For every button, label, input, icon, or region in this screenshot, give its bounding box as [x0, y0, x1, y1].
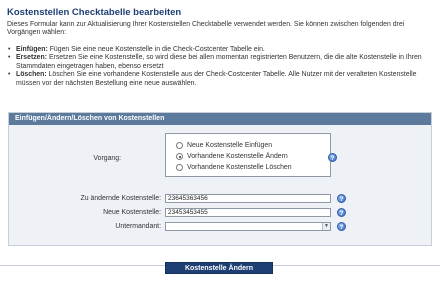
chevron-down-icon[interactable]: ▼ — [322, 223, 330, 230]
aendernde-label: Zu ändernde Kostenstelle: — [80, 195, 161, 202]
help-icon[interactable]: ? — [337, 208, 346, 217]
untermandant-select[interactable]: ▼ — [165, 222, 331, 231]
radio-change-label: Vorhandene Kostenstelle Ändern — [187, 153, 288, 160]
help-icon[interactable]: ? — [328, 153, 337, 162]
neue-kostenstelle-input[interactable]: 23453453455 — [165, 208, 331, 217]
option-delete: Löschen: Löschen Sie eine vorhandene Kos… — [7, 71, 433, 88]
help-icon[interactable]: ? — [337, 222, 346, 231]
option-insert: Einfügen: Fügen Sie eine neue Kostenstel… — [7, 46, 433, 55]
radio-delete-label: Vorhandene Kostenstelle Löschen — [187, 164, 292, 171]
option-replace: Ersetzen: Ersetzen Sie eine Kostenstelle… — [7, 54, 433, 71]
option-delete-term: Löschen: — [16, 71, 47, 79]
form-panel: Einfügen/Ändern/Löschen von Kostenstelle… — [8, 112, 432, 246]
radio-change-button[interactable] — [176, 153, 183, 160]
aendernde-kostenstelle-input[interactable]: 23645363456 — [165, 194, 331, 203]
vorgang-radio-group: Neue Kostenstelle Einfügen Vorhandene Ko… — [165, 133, 331, 177]
radio-insert-label: Neue Kostenstelle Einfügen — [187, 142, 273, 149]
radio-delete[interactable]: Vorhandene Kostenstelle Löschen — [176, 164, 292, 171]
page-title: Kostenstellen Checktabelle bearbeiten — [7, 7, 182, 18]
help-icon[interactable]: ? — [337, 194, 346, 203]
neue-label: Neue Kostenstelle: — [103, 209, 161, 216]
option-delete-text: Löschen Sie eine vorhandene Kostenstelle… — [16, 71, 417, 87]
radio-change[interactable]: Vorhandene Kostenstelle Ändern — [176, 153, 288, 160]
option-insert-term: Einfügen: — [16, 46, 48, 53]
option-insert-text: Fügen Sie eine neue Kostenstelle in die … — [47, 46, 265, 53]
radio-insert-button[interactable] — [176, 142, 183, 149]
operation-list: Einfügen: Fügen Sie eine neue Kostenstel… — [7, 46, 433, 88]
radio-insert[interactable]: Neue Kostenstelle Einfügen — [176, 142, 272, 149]
option-replace-text: Ersetzen Sie eine Kostenstelle, so wird … — [16, 54, 422, 70]
kostenstelle-aendern-button[interactable]: Kostenstelle Ändern — [165, 262, 273, 274]
option-replace-term: Ersetzen: — [16, 54, 48, 62]
vorgang-label: Vorgang: — [93, 155, 121, 162]
radio-delete-button[interactable] — [176, 164, 183, 171]
panel-header: Einfügen/Ändern/Löschen von Kostenstelle… — [9, 113, 431, 125]
untermandant-label: Untermandant: — [115, 223, 161, 230]
intro-text: Dieses Formular kann zur Aktualisierung … — [7, 21, 405, 37]
